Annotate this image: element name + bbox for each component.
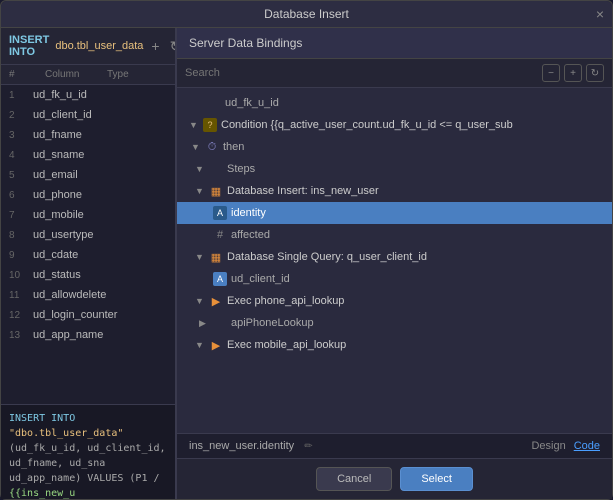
expand-icon[interactable]: + [564, 64, 582, 82]
tree-label: ud_client_id [231, 273, 290, 285]
window-title: Database Insert [264, 7, 349, 21]
bottom-area: ins_new_user.identity ✏ Design Code [177, 433, 612, 458]
bindings-header: Server Data Bindings [177, 28, 612, 59]
exec-icon: ▶ [209, 339, 223, 352]
tree-item[interactable]: ▼ ? Condition {{q_active_user_count.ud_f… [177, 114, 612, 136]
tree-item[interactable]: ▼ ▦ Database Insert: ins_new_user [177, 180, 612, 202]
tree-label: Exec phone_api_lookup [227, 295, 344, 307]
tree-label: Condition {{q_active_user_count.ud_fk_u_… [221, 119, 513, 131]
main-content: INSERT INTO dbo.tbl_user_data + ↻ # Colu… [1, 28, 612, 499]
path-text: ins_new_user.identity [189, 440, 294, 452]
tree-item[interactable]: ▼ ▶ Exec phone_api_lookup [177, 290, 612, 312]
sql-app-name: ud_app_name) VALUES (P1 / [9, 473, 160, 484]
sql-preview: INSERT INTO "dbo.tbl_user_data" (ud_fk_u… [1, 404, 175, 499]
sql-insert-keyword: INSERT INTO [9, 413, 75, 424]
tree-item[interactable]: ▼ ▶ Exec mobile_api_lookup [177, 334, 612, 356]
add-column-button[interactable]: + [149, 38, 161, 54]
exec-icon: ▶ [209, 295, 223, 308]
db-icon: ▦ [209, 251, 223, 264]
table-name-label: dbo.tbl_user_data [55, 40, 143, 52]
left-panel: INSERT INTO dbo.tbl_user_data + ↻ # Colu… [1, 28, 176, 499]
design-tab[interactable]: Design [531, 440, 565, 452]
a-icon: A [213, 206, 227, 220]
selected-path: ins_new_user.identity ✏ [189, 440, 531, 452]
code-tab[interactable]: Code [574, 440, 600, 452]
column-list: 1 ud_fk_u_id 2 ud_client_id 3 ud_fname 4… [1, 85, 175, 404]
table-row[interactable]: 13 ud_app_name [1, 325, 175, 345]
main-window: Database Insert × INSERT INTO dbo.tbl_us… [0, 0, 613, 500]
close-button[interactable]: × [596, 6, 604, 22]
sql-table-name: "dbo.tbl_user_data" [9, 428, 123, 439]
timer-icon: ⏱ [205, 141, 219, 154]
title-bar: Database Insert × [1, 1, 612, 28]
tree-item[interactable]: ▼ ⏱ then [177, 136, 612, 158]
table-row[interactable]: 5 ud_email [1, 165, 175, 185]
tree-arrow: ▼ [191, 142, 203, 152]
design-code-tabs: Design Code [531, 440, 600, 452]
tree-label: apiPhoneLookup [231, 317, 314, 329]
right-panel: Server Data Bindings − + ↻ ud_fk_u_id [176, 28, 612, 499]
tree-arrow: ▼ [189, 120, 201, 130]
tree-arrow: ▼ [195, 252, 207, 262]
col-header-num: # [9, 69, 25, 80]
q-icon: ? [203, 118, 217, 132]
refresh-button[interactable]: ↻ [168, 38, 176, 55]
tree-container: ud_fk_u_id ▼ ? Condition {{q_active_user… [177, 88, 612, 433]
tree-label: then [223, 141, 244, 153]
db-icon: ▦ [209, 185, 223, 198]
table-row[interactable]: 7 ud_mobile [1, 205, 175, 225]
sql-columns: (ud_fk_u_id, ud_client_id, ud_fname, ud_… [9, 443, 166, 469]
tree-label: identity [231, 207, 266, 219]
tree-item[interactable]: A identity [177, 202, 612, 224]
tree-label: affected [231, 229, 270, 241]
tree-arrow: ▶ [199, 318, 211, 329]
hash-icon: # [213, 229, 227, 241]
table-row[interactable]: 10 ud_status [1, 265, 175, 285]
col-header-col: Column [45, 69, 87, 80]
table-row[interactable]: 2 ud_client_id [1, 105, 175, 125]
bindings-search-bar: − + ↻ [177, 59, 612, 88]
tree-label: Database Single Query: q_user_client_id [227, 251, 427, 263]
tree-label: Exec mobile_api_lookup [227, 339, 346, 351]
tree-item[interactable]: ▶ apiPhoneLookup [177, 312, 612, 334]
tree-label: Database Insert: ins_new_user [227, 185, 379, 197]
table-row[interactable]: 9 ud_cdate [1, 245, 175, 265]
table-row[interactable]: 1 ud_fk_u_id [1, 85, 175, 105]
tree-item[interactable]: ▼ Steps [177, 158, 612, 180]
table-row[interactable]: 8 ud_usertype [1, 225, 175, 245]
select-button[interactable]: Select [400, 467, 473, 491]
refresh-tree-icon[interactable]: ↻ [586, 64, 604, 82]
table-row[interactable]: 11 ud_allowdelete [1, 285, 175, 305]
footer-buttons: Cancel Select [177, 458, 612, 499]
column-headers: # Column Type [1, 65, 175, 85]
table-row[interactable]: 6 ud_phone [1, 185, 175, 205]
left-panel-header: INSERT INTO dbo.tbl_user_data + ↻ [1, 28, 175, 65]
table-row[interactable]: 4 ud_sname [1, 145, 175, 165]
tree-item[interactable]: ud_fk_u_id [177, 92, 612, 114]
sql-var1: {{ins_new_u [9, 488, 75, 499]
a-icon: A [213, 272, 227, 286]
edit-icon: ✏ [304, 441, 312, 452]
tree-item[interactable]: ▼ ▦ Database Single Query: q_user_client… [177, 246, 612, 268]
tree-item[interactable]: # affected [177, 224, 612, 246]
tree-item[interactable]: A ud_client_id [177, 268, 612, 290]
insert-into-label: INSERT INTO [9, 34, 49, 58]
tree-label: ud_fk_u_id [225, 97, 279, 109]
tree-arrow: ▼ [195, 186, 207, 196]
table-row[interactable]: 3 ud_fname [1, 125, 175, 145]
tree-arrow: ▼ [195, 340, 207, 350]
collapse-icon[interactable]: − [542, 64, 560, 82]
tree-arrow: ▼ [195, 164, 207, 174]
tree-arrow: ▼ [195, 296, 207, 306]
table-row[interactable]: 12 ud_login_counter [1, 305, 175, 325]
cancel-button[interactable]: Cancel [316, 467, 392, 491]
search-icons: − + ↻ [542, 64, 604, 82]
col-header-type: Type [107, 69, 167, 80]
tree-label: Steps [227, 163, 255, 175]
bindings-panel: Server Data Bindings − + ↻ ud_fk_u_id [176, 28, 612, 499]
search-input[interactable] [185, 67, 536, 79]
